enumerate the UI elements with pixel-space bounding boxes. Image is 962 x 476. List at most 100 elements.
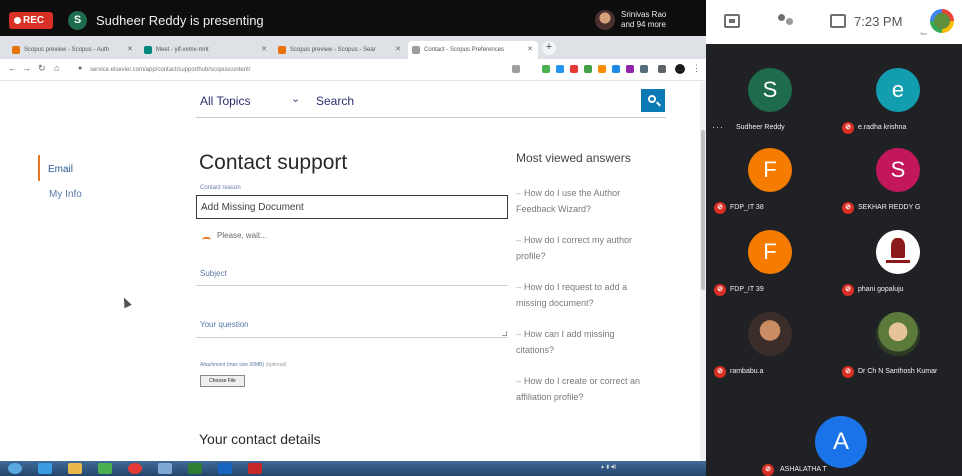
extensions-puzzle-icon[interactable] xyxy=(658,65,666,73)
media-icon[interactable] xyxy=(98,463,112,474)
subject-field[interactable]: Subject xyxy=(200,269,227,278)
app-icon[interactable] xyxy=(158,463,172,474)
participant-tile[interactable]: ⊘ rambabu.a xyxy=(706,300,834,384)
browser-tab[interactable]: Scopus preview - Scopus - Auth ✕ xyxy=(8,41,138,59)
question-field[interactable]: Your question xyxy=(200,320,249,329)
close-tab-icon[interactable]: ✕ xyxy=(395,41,401,59)
browser-tab[interactable]: Meet - yif-xvmv-mnt ✕ xyxy=(140,41,272,59)
search-underline xyxy=(196,117,666,118)
participant-tile[interactable]: S ⊘ SEKHAR REDDY G xyxy=(834,136,962,220)
record-dot-icon xyxy=(14,17,21,24)
chevron-down-icon[interactable]: ⌄ xyxy=(291,92,300,105)
back-arrow-icon[interactable]: ← xyxy=(8,63,17,73)
close-tab-icon[interactable]: ✕ xyxy=(127,41,133,59)
participant-name: phani gopaluju xyxy=(858,286,904,293)
subject-underline xyxy=(196,285,508,286)
participant-avatar: S xyxy=(876,148,920,192)
presenter-avatar: S xyxy=(68,11,87,30)
clock: 7:23 PM xyxy=(854,14,903,29)
profile-icon[interactable] xyxy=(675,64,685,74)
forward-arrow-icon[interactable]: → xyxy=(22,63,31,73)
self-label: You xyxy=(920,31,927,36)
others-line1: Srinivas Rao xyxy=(621,10,667,19)
answer-link[interactable]: – How do I request to add a missing docum… xyxy=(516,279,696,311)
captions-icon[interactable] xyxy=(724,14,740,28)
contact-details-heading: Your contact details xyxy=(199,431,321,447)
participant-name: Sudheer Reddy xyxy=(736,124,785,131)
participant-photo xyxy=(748,312,792,356)
new-tab-button[interactable]: + xyxy=(542,41,556,55)
participant-tile[interactable]: ⊘ phani gopaluju xyxy=(834,218,962,302)
folder-icon[interactable] xyxy=(68,463,82,474)
answer-link[interactable]: – How do I use the Author Feedback Wizard… xyxy=(516,185,696,217)
extension-icon[interactable] xyxy=(542,65,550,73)
tab-label: Scopus preview - Scopus - Sear xyxy=(290,47,376,53)
answer-link[interactable]: – How do I correct my author profile? xyxy=(516,232,696,264)
home-icon[interactable]: ⌂ xyxy=(54,63,59,73)
loading-spinner-icon xyxy=(202,237,211,242)
search-input[interactable]: Search xyxy=(316,94,354,108)
reload-icon[interactable]: ↻ xyxy=(38,63,46,74)
other-participants-indicator[interactable]: Srinivas Rao and 94 more xyxy=(595,9,705,31)
extension-icon[interactable] xyxy=(640,65,648,73)
scrollbar-thumb[interactable] xyxy=(701,130,705,290)
extension-icon[interactable] xyxy=(556,65,564,73)
browser-tab-active[interactable]: Contact - Scopus Preferences ✕ xyxy=(408,41,538,59)
side-nav-email[interactable]: Email xyxy=(48,164,73,175)
extension-icon[interactable] xyxy=(512,65,520,73)
close-tab-icon[interactable]: ✕ xyxy=(527,41,533,59)
more-options-icon[interactable]: ··· xyxy=(712,122,724,132)
answer-line1: How do I use the Author xyxy=(524,188,621,198)
extension-icon[interactable] xyxy=(570,65,578,73)
optional-tag: (optional) xyxy=(265,362,287,368)
search-button[interactable] xyxy=(641,89,665,112)
participant-name: rambabu.a xyxy=(730,368,764,375)
ie-icon[interactable] xyxy=(38,463,52,474)
kebab-menu-icon[interactable]: ⋮ xyxy=(692,63,701,74)
answer-link[interactable]: – How can I add missing citations? xyxy=(516,326,696,358)
participant-tile[interactable]: ⊘ Dr Ch N Santhosh Kumar xyxy=(834,300,962,384)
extension-icon[interactable] xyxy=(612,65,620,73)
tab-label: Meet - yif-xvmv-mnt xyxy=(156,47,209,53)
people-icon[interactable] xyxy=(778,14,794,28)
loading-text: Please, wait... xyxy=(217,231,267,240)
answer-link[interactable]: – How do I create or correct an affiliati… xyxy=(516,373,696,405)
participant-avatar: A xyxy=(815,416,867,468)
meet-favicon-icon xyxy=(144,46,152,54)
scopus-favicon-icon xyxy=(12,46,20,54)
answer-line1: How can I add missing xyxy=(524,329,615,339)
others-line2: and 94 more xyxy=(621,20,666,29)
resize-handle-icon[interactable] xyxy=(502,331,507,336)
meeting-tray: 7:23 PM xyxy=(706,0,962,44)
browser-tab[interactable]: Scopus preview - Scopus - Sear ✕ xyxy=(274,41,406,59)
participant-tile[interactable]: e ⊘ e.radha krishna xyxy=(834,56,962,140)
topic-select[interactable]: All Topics xyxy=(200,94,250,108)
participant-tile[interactable]: F ⊘ FDP_IT 39 xyxy=(706,218,834,302)
lock-icon: ● xyxy=(78,65,83,72)
url-field[interactable]: service.elsevier.com/app/contact/support… xyxy=(90,63,500,77)
answer-line2: profile? xyxy=(516,251,546,261)
excel-icon[interactable] xyxy=(188,463,202,474)
start-button-icon[interactable] xyxy=(8,463,22,474)
answer-line1: How do I correct my author xyxy=(524,235,633,245)
question-underline xyxy=(196,337,508,338)
address-bar: ← → ↻ ⌂ ● service.elsevier.com/app/conta… xyxy=(0,59,706,81)
close-tab-icon[interactable]: ✕ xyxy=(261,41,267,59)
participant-name: Dr Ch N Santhosh Kumar xyxy=(858,368,938,375)
side-nav-my-info[interactable]: My Info xyxy=(49,189,82,200)
participant-tile[interactable]: S ··· Sudheer Reddy xyxy=(706,56,834,140)
chrome-icon[interactable] xyxy=(128,463,142,474)
chat-icon[interactable] xyxy=(830,14,846,28)
pdf-icon[interactable] xyxy=(248,463,262,474)
participant-tile[interactable]: F ⊘ FDP_IT 38 xyxy=(706,136,834,220)
self-avatar[interactable] xyxy=(930,9,954,33)
word-icon[interactable] xyxy=(218,463,232,474)
extension-icon[interactable] xyxy=(598,65,606,73)
participant-avatar: S xyxy=(748,68,792,112)
extension-icon[interactable] xyxy=(626,65,634,73)
answer-line2: Feedback Wizard? xyxy=(516,204,592,214)
contact-reason-select[interactable]: Add Missing Document ⌄ xyxy=(196,195,508,219)
extension-icon[interactable] xyxy=(584,65,592,73)
choose-file-button[interactable]: Choose File xyxy=(200,375,245,387)
answer-line1: How do I request to add a xyxy=(524,282,628,292)
